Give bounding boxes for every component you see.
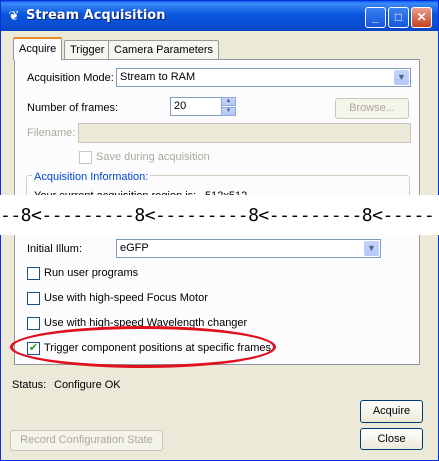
minimize-icon: _: [372, 10, 379, 24]
number-of-frames-input[interactable]: 20: [170, 97, 222, 116]
status-value: Configure OK: [54, 379, 121, 391]
save-during-acquisition-checkbox[interactable]: [79, 151, 92, 164]
frames-spinner[interactable]: ▲ ▼: [221, 97, 236, 116]
tab-acquire[interactable]: Acquire: [13, 37, 63, 60]
wavelength-changer-checkbox[interactable]: [27, 317, 40, 330]
record-configuration-state-button[interactable]: Record Configuration State: [10, 430, 163, 451]
close-button[interactable]: Close: [360, 428, 423, 450]
chevron-down-icon[interactable]: ▼: [364, 241, 379, 256]
save-during-acquisition-label: Save during acquisition: [96, 151, 210, 163]
chevron-down-icon[interactable]: ▼: [394, 70, 409, 85]
initial-illum-value: eGFP: [120, 242, 149, 254]
initial-illum-label: Initial Illum:: [27, 243, 83, 255]
minimize-button[interactable]: _: [365, 7, 386, 28]
acquisition-mode-select[interactable]: Stream to RAM ▼: [116, 68, 411, 87]
cut-marker-text: --8<---------8<---------8<---------8<---…: [0, 205, 435, 226]
spin-down-icon[interactable]: ▼: [221, 107, 236, 116]
maximize-icon: □: [394, 10, 403, 24]
filename-input[interactable]: [78, 123, 411, 143]
run-user-programs-checkbox[interactable]: [27, 267, 40, 280]
spin-up-icon[interactable]: ▲: [221, 97, 236, 106]
number-of-frames-value: 20: [174, 100, 187, 112]
acquisition-mode-value: Stream to RAM: [120, 71, 196, 83]
close-icon: ✕: [416, 10, 427, 24]
filename-label: Filename:: [27, 127, 76, 139]
acquisition-mode-label: Acquisition Mode:: [27, 72, 114, 84]
focus-motor-label: Use with high-speed Focus Motor: [44, 292, 208, 304]
browse-button[interactable]: Browse...: [335, 98, 409, 119]
cut-marker-strip: --8<---------8<---------8<---------8<---…: [0, 195, 439, 235]
window-title: Stream Acquisition: [26, 8, 166, 23]
focus-motor-checkbox[interactable]: [27, 292, 40, 305]
status-label: Status:: [12, 379, 47, 391]
maximize-button[interactable]: □: [388, 7, 409, 28]
highlight-ellipse: [10, 326, 276, 368]
title-bar[interactable]: ❦ Stream Acquisition _ □ ✕: [1, 1, 438, 31]
tab-trigger[interactable]: Trigger: [64, 40, 111, 59]
number-of-frames-label: Number of frames:: [27, 102, 119, 114]
initial-illum-select[interactable]: eGFP ▼: [116, 239, 381, 258]
tab-camera-parameters[interactable]: Camera Parameters: [108, 40, 220, 59]
run-user-programs-label: Run user programs: [44, 267, 139, 279]
acquisition-info-title: Acquisition Information:: [32, 171, 151, 183]
close-window-button[interactable]: ✕: [411, 7, 432, 28]
acquire-button[interactable]: Acquire: [360, 400, 423, 423]
butterfly-icon: ❦: [8, 8, 20, 23]
